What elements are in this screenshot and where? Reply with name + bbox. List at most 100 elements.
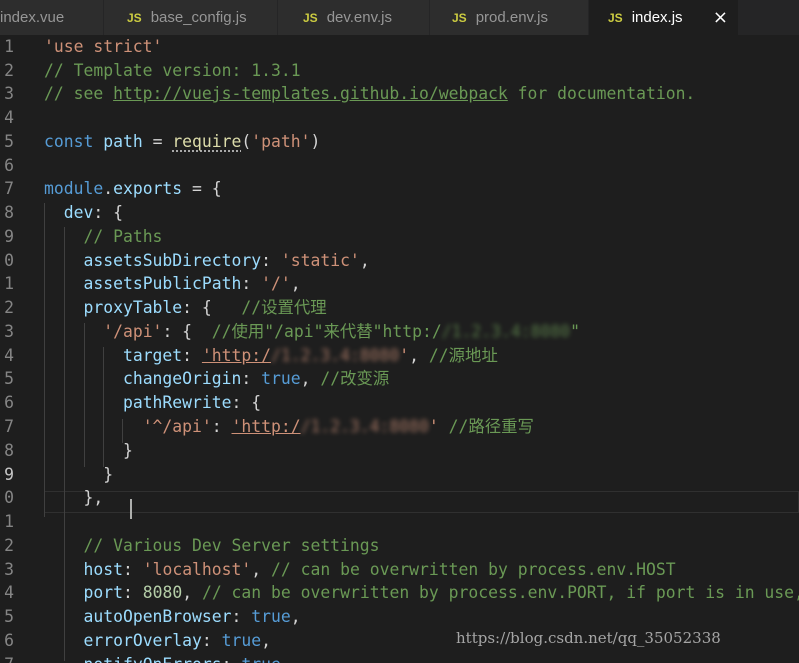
tab-base-config-js[interactable]: JS base_config.js [104, 0, 278, 35]
code-keyword: true [221, 631, 262, 650]
line-number: 0 [4, 488, 14, 507]
code-property: changeOrigin [122, 369, 242, 388]
code-line-9: 9 // Paths [0, 225, 799, 249]
editor-tab-bar: index.vue JS base_config.js JS dev.env.j… [0, 0, 799, 35]
code-comment: //源地址 [428, 346, 498, 365]
code-line-21: 1 [0, 510, 799, 534]
code-keyword: true [251, 607, 291, 626]
code-property: autoOpenBrowser [83, 607, 232, 626]
code-line-13: 3 '/api': { //使用"/api"来代替"http://1.2.3.4… [0, 320, 799, 344]
code-comment: // Template version: 1.3.1 [44, 61, 301, 80]
code-comment: // see [44, 84, 114, 103]
code-keyword: module [44, 179, 104, 198]
code-string: '/' [261, 274, 291, 293]
code-comment: //改变源 [320, 369, 390, 388]
code-line-3: 3 // see http://vuejs-templates.github.io… [0, 82, 799, 106]
tab-label: prod.env.js [475, 9, 548, 26]
code-property: errorOverlay [83, 631, 202, 650]
code-keyword: true [261, 369, 301, 388]
code-keyword: true [241, 655, 280, 663]
tab-dev-env-js[interactable]: JS dev.env.js [278, 0, 430, 35]
line-number: 7 [4, 417, 14, 436]
code-line-7: 7 module.exports = { [0, 177, 799, 201]
line-number: 1 [4, 512, 14, 531]
code-string: 'localhost' [142, 560, 252, 579]
line-number: 8 [4, 203, 14, 222]
code-number: 8080 [142, 583, 183, 602]
code-token: 'use strict' [44, 37, 163, 56]
code-line-20: 0 }, [0, 486, 799, 510]
code-line-22: 2 // Various Dev Server settings [0, 534, 799, 558]
tab-label: index.vue [0, 9, 65, 26]
code-editor[interactable]: 1 'use strict' 2 // Template version: 1.3.… [0, 35, 799, 663]
code-comment: // can be overwritten by process.env.POR… [201, 583, 799, 602]
code-comment: //设置代理 [241, 298, 327, 317]
code-comment: // Various Dev Server settings [83, 536, 380, 555]
code-line-8: 8 dev: { [0, 201, 799, 225]
target-url-link[interactable]: 'http:/ [202, 346, 271, 365]
code-line-2: 2 // Template version: 1.3.1 [0, 59, 799, 83]
code-keyword: const [44, 132, 94, 151]
text-cursor [130, 499, 132, 519]
line-number: 5 [4, 607, 14, 626]
line-number: 3 [4, 84, 14, 103]
code-line-16: 6 pathRewrite: { [0, 391, 799, 415]
docs-link[interactable]: http://vuejs-templates.github.io/webpack [113, 84, 508, 103]
code-property: notifyOnErrors [83, 655, 221, 663]
line-number: 2 [4, 61, 14, 80]
line-number: 8 [4, 441, 14, 460]
tab-prod-env-js[interactable]: JS prod.env.js [430, 0, 589, 35]
line-number: 4 [4, 108, 14, 127]
code-string: '^/api' [142, 417, 212, 436]
tab-index-vue[interactable]: index.vue [0, 0, 104, 35]
watermark: https://blog.csdn.net/qq_35052338 [456, 629, 721, 647]
code-comment: // Paths [83, 227, 163, 246]
code-line-17: 7 '^/api': 'http://1.2.3.4:8080' //路径重写 [0, 415, 799, 439]
code-line-14: 4 target: 'http://1.2.3.4:8080', //源地址 [0, 344, 799, 368]
line-number: 9 [4, 465, 14, 484]
code-property: exports [113, 179, 183, 198]
tab-label: base_config.js [150, 9, 247, 26]
code-line-15: 5 changeOrigin: true, //改变源 [0, 367, 799, 391]
code-property: proxyTable [83, 298, 183, 317]
js-file-icon: JS [127, 10, 142, 25]
line-number: 0 [4, 251, 14, 270]
code-string: 'path' [251, 132, 311, 151]
code-line-18: 8 } [0, 439, 799, 463]
line-number: 4 [4, 583, 14, 602]
redacted-address: /1.2.3.4:8080 [271, 346, 400, 365]
line-number: 5 [4, 132, 14, 151]
code-line-1: 1 'use strict' [0, 35, 799, 59]
line-number: 4 [4, 346, 14, 365]
code-line-11: 1 assetsPublicPath: '/', [0, 272, 799, 296]
line-number: 1 [4, 37, 14, 56]
code-line-27: 7 notifyOnErrors: true [0, 653, 799, 663]
line-number: 2 [4, 298, 14, 317]
line-number: 6 [4, 156, 14, 175]
code-property: target [122, 346, 183, 365]
redacted-address: /1.2.3.4:8080 [441, 322, 571, 341]
js-file-icon: JS [608, 10, 623, 25]
line-number: 7 [0, 653, 14, 663]
code-property: dev [63, 203, 94, 222]
rewrite-url-link[interactable]: 'http:/ [232, 417, 301, 436]
line-number: 6 [4, 393, 14, 412]
code-comment: //使用"/api"来代替"http:/ [211, 322, 442, 341]
close-icon[interactable]: × [713, 7, 728, 28]
code-line-6: 6 [0, 154, 799, 178]
tab-label: dev.env.js [326, 9, 392, 26]
line-number: 2 [4, 536, 14, 555]
line-number: 1 [4, 274, 14, 293]
js-file-icon: JS [303, 10, 318, 25]
code-string: 'static' [280, 251, 360, 270]
code-property: port [83, 583, 123, 602]
tab-index-js[interactable]: JS index.js × [589, 0, 739, 35]
code-property: host [83, 560, 123, 579]
code-comment: //路径重写 [448, 417, 534, 436]
code-line-10: 0 assetsSubDirectory: 'static', [0, 249, 799, 273]
js-file-icon: JS [452, 10, 467, 25]
code-property: pathRewrite [122, 393, 232, 412]
code-line-4: 4 [0, 106, 799, 130]
code-comment: for documentation. [507, 84, 696, 103]
line-number: 9 [4, 227, 14, 246]
